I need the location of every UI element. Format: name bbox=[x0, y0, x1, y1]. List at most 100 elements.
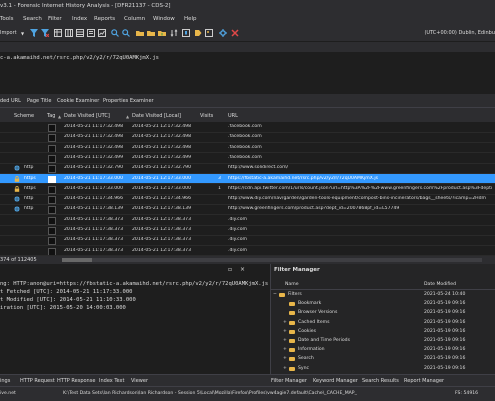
table-icon[interactable] bbox=[76, 29, 84, 37]
table-row[interactable]: 2014-05-21 11:17:32.498 2014-05-21 12:17:… bbox=[0, 132, 495, 143]
column-header-date-utc[interactable]: Date Visited [UTC] bbox=[64, 113, 110, 119]
timezone-label[interactable]: (UTC+00:00) Dublin, Edinbu bbox=[424, 30, 495, 36]
filter-tree-item[interactable]: + Cookies 2021-05-19 09:16 bbox=[271, 328, 495, 337]
report-icon[interactable] bbox=[98, 29, 106, 37]
close-pane-icon[interactable]: × bbox=[240, 266, 245, 273]
expand-icon[interactable]: + bbox=[283, 347, 287, 352]
tab-viewer[interactable]: Viewer bbox=[131, 378, 148, 384]
grid-view-icon[interactable] bbox=[54, 29, 62, 37]
tag-checkbox[interactable] bbox=[48, 227, 56, 235]
expand-icon[interactable]: + bbox=[283, 366, 287, 371]
filter-tree-item[interactable]: + Cached Items 2021-05-19 09:16 bbox=[271, 319, 495, 328]
tab-settings[interactable]: ings bbox=[0, 378, 10, 384]
tag-checkbox[interactable] bbox=[48, 237, 56, 246]
tag-checkbox[interactable] bbox=[48, 165, 56, 174]
clear-filter-icon[interactable] bbox=[41, 29, 49, 37]
gallery-icon[interactable] bbox=[205, 29, 213, 37]
tag-checkbox[interactable] bbox=[48, 144, 56, 153]
table-row[interactable]: https 2014-05-21 11:17:33.000 2014-05-21 1… bbox=[0, 173, 495, 184]
tab-search-results[interactable]: Search Results bbox=[362, 378, 399, 384]
tab-keyword-manager[interactable]: Keyword Manager bbox=[313, 378, 358, 384]
table-row[interactable]: http 2014-05-21 11:17:34.966 2014-05-21 12… bbox=[0, 194, 495, 205]
folder-open-icon[interactable] bbox=[147, 29, 155, 37]
scrollbar-thumb[interactable] bbox=[62, 258, 92, 262]
table-row[interactable]: 2014-05-21 11:17:32.498 2014-05-21 12:17:… bbox=[0, 143, 495, 153]
columns-icon[interactable] bbox=[65, 29, 73, 37]
table-row[interactable]: http 2014-05-21 11:17:32.790 2014-05-21 12… bbox=[0, 163, 495, 174]
tag-checkbox[interactable] bbox=[48, 196, 56, 205]
tab-decoded-url[interactable]: ded URL bbox=[0, 98, 21, 104]
bookmark-icon[interactable] bbox=[182, 29, 190, 37]
tab-report-manager[interactable]: Report Manager bbox=[404, 378, 444, 384]
menu-window[interactable]: Window bbox=[153, 16, 175, 22]
filter-tree-item[interactable]: + Search 2021-05-19 09:16 bbox=[271, 355, 495, 364]
filter-tree-item[interactable]: + Date and Time Periods 2021-05-19 09:16 bbox=[271, 337, 495, 346]
menu-column[interactable]: Column bbox=[124, 16, 145, 22]
tag-checkbox[interactable] bbox=[48, 185, 56, 194]
table-row[interactable]: 2014-05-21 11:17:38.373 2014-05-21 12:17:… bbox=[0, 246, 495, 256]
tag-checkbox[interactable] bbox=[48, 247, 56, 256]
table-row[interactable]: https 2014-05-21 11:17:33.000 2014-05-21 1… bbox=[0, 184, 495, 194]
tag-checkbox[interactable] bbox=[48, 216, 56, 225]
column-header-visits[interactable]: Visits bbox=[200, 113, 213, 119]
list-icon[interactable] bbox=[87, 29, 95, 37]
chevron-down-icon[interactable]: ▼ bbox=[21, 31, 24, 36]
tag-checkbox[interactable] bbox=[48, 154, 56, 163]
tab-http-request[interactable]: HTTP Request bbox=[20, 378, 55, 384]
expand-icon[interactable]: + bbox=[283, 338, 287, 343]
table-row[interactable]: 2014-05-21 11:17:38.373 2014-05-21 12:17:… bbox=[0, 225, 495, 235]
pin-icon[interactable]: ▫ bbox=[228, 266, 232, 273]
filter-tree-item[interactable]: − Filters 2021-05-24 10:40 bbox=[271, 291, 495, 300]
collapse-icon[interactable]: − bbox=[273, 292, 277, 297]
tag-icon[interactable] bbox=[194, 29, 202, 37]
search-icon[interactable] bbox=[111, 29, 119, 37]
import-button[interactable]: Import bbox=[0, 30, 17, 36]
tab-filter-manager[interactable]: Filter Manager bbox=[271, 378, 307, 384]
close-icon[interactable] bbox=[231, 29, 239, 37]
keyword-search-icon[interactable] bbox=[122, 29, 130, 37]
tab-http-response[interactable]: HTTP Response bbox=[57, 378, 95, 384]
folder-icon bbox=[279, 293, 285, 297]
tab-index-text[interactable]: Index Text bbox=[99, 378, 124, 384]
tag-checkbox[interactable] bbox=[48, 134, 56, 143]
tag-checkbox[interactable] bbox=[48, 175, 56, 184]
cell-date-utc: 2014-05-21 11:17:38.373 bbox=[64, 237, 124, 243]
cell-scheme: https bbox=[24, 175, 36, 181]
filter-tree-item[interactable]: Browser Versions 2021-05-19 09:16 bbox=[271, 309, 495, 318]
folder-icon[interactable] bbox=[136, 29, 144, 37]
expand-icon[interactable]: + bbox=[283, 320, 287, 325]
detail-line: iration [UTC]: 2015-05-20 14:00:03.000 bbox=[0, 305, 126, 311]
tab-page-title[interactable]: Page Title bbox=[27, 98, 51, 104]
menu-tools[interactable]: Tools bbox=[0, 16, 14, 22]
menu-filter[interactable]: Filter bbox=[48, 16, 62, 22]
filter-icon[interactable] bbox=[30, 29, 38, 37]
column-header-date-local[interactable]: Date Visited [Local] bbox=[132, 113, 181, 119]
table-row[interactable]: 2014-05-21 11:17:38.373 2014-05-21 12:17:… bbox=[0, 235, 495, 246]
menu-search[interactable]: Search bbox=[23, 16, 42, 22]
menu-index[interactable]: Index bbox=[72, 16, 87, 22]
column-header-name[interactable]: Name bbox=[285, 282, 299, 287]
filter-tree-item[interactable]: Bookmark 2021-05-19 09:16 bbox=[271, 300, 495, 309]
table-row[interactable]: 2014-05-21 11:17:32.498 2014-05-21 12:17:… bbox=[0, 122, 495, 132]
column-header-date-modified[interactable]: Date Modified bbox=[424, 282, 456, 287]
expand-icon[interactable]: + bbox=[283, 356, 287, 361]
menu-reports[interactable]: Reports bbox=[94, 16, 115, 22]
table-row[interactable]: 2014-05-21 11:17:38.373 2014-05-21 12:17:… bbox=[0, 215, 495, 225]
filter-tree-item[interactable]: + Sync 2021-05-19 09:16 bbox=[271, 365, 495, 374]
filter-tree-item[interactable]: + Information 2021-05-19 09:16 bbox=[271, 346, 495, 355]
tab-cookie-examiner[interactable]: Cookie Examiner bbox=[57, 98, 99, 104]
column-header-scheme[interactable]: Scheme bbox=[14, 113, 34, 119]
table-row[interactable]: http 2014-05-21 11:17:38.139 2014-05-21 12… bbox=[0, 204, 495, 215]
menu-help[interactable]: Help bbox=[184, 16, 197, 22]
settings-icon[interactable] bbox=[219, 29, 227, 37]
export-icon[interactable] bbox=[158, 29, 166, 37]
column-header-url[interactable]: URL bbox=[228, 113, 238, 119]
column-header-tag[interactable]: Tag bbox=[47, 113, 55, 119]
expand-icon[interactable]: + bbox=[283, 329, 287, 334]
tag-checkbox[interactable] bbox=[48, 206, 56, 215]
horizontal-scrollbar[interactable] bbox=[62, 258, 482, 262]
table-row[interactable]: 2014-05-21 11:17:32.499 2014-05-21 12:17:… bbox=[0, 153, 495, 163]
tag-checkbox[interactable] bbox=[48, 124, 56, 132]
sort-icon[interactable] bbox=[170, 29, 178, 37]
tab-properties-examiner[interactable]: Properties Examiner bbox=[103, 98, 154, 104]
